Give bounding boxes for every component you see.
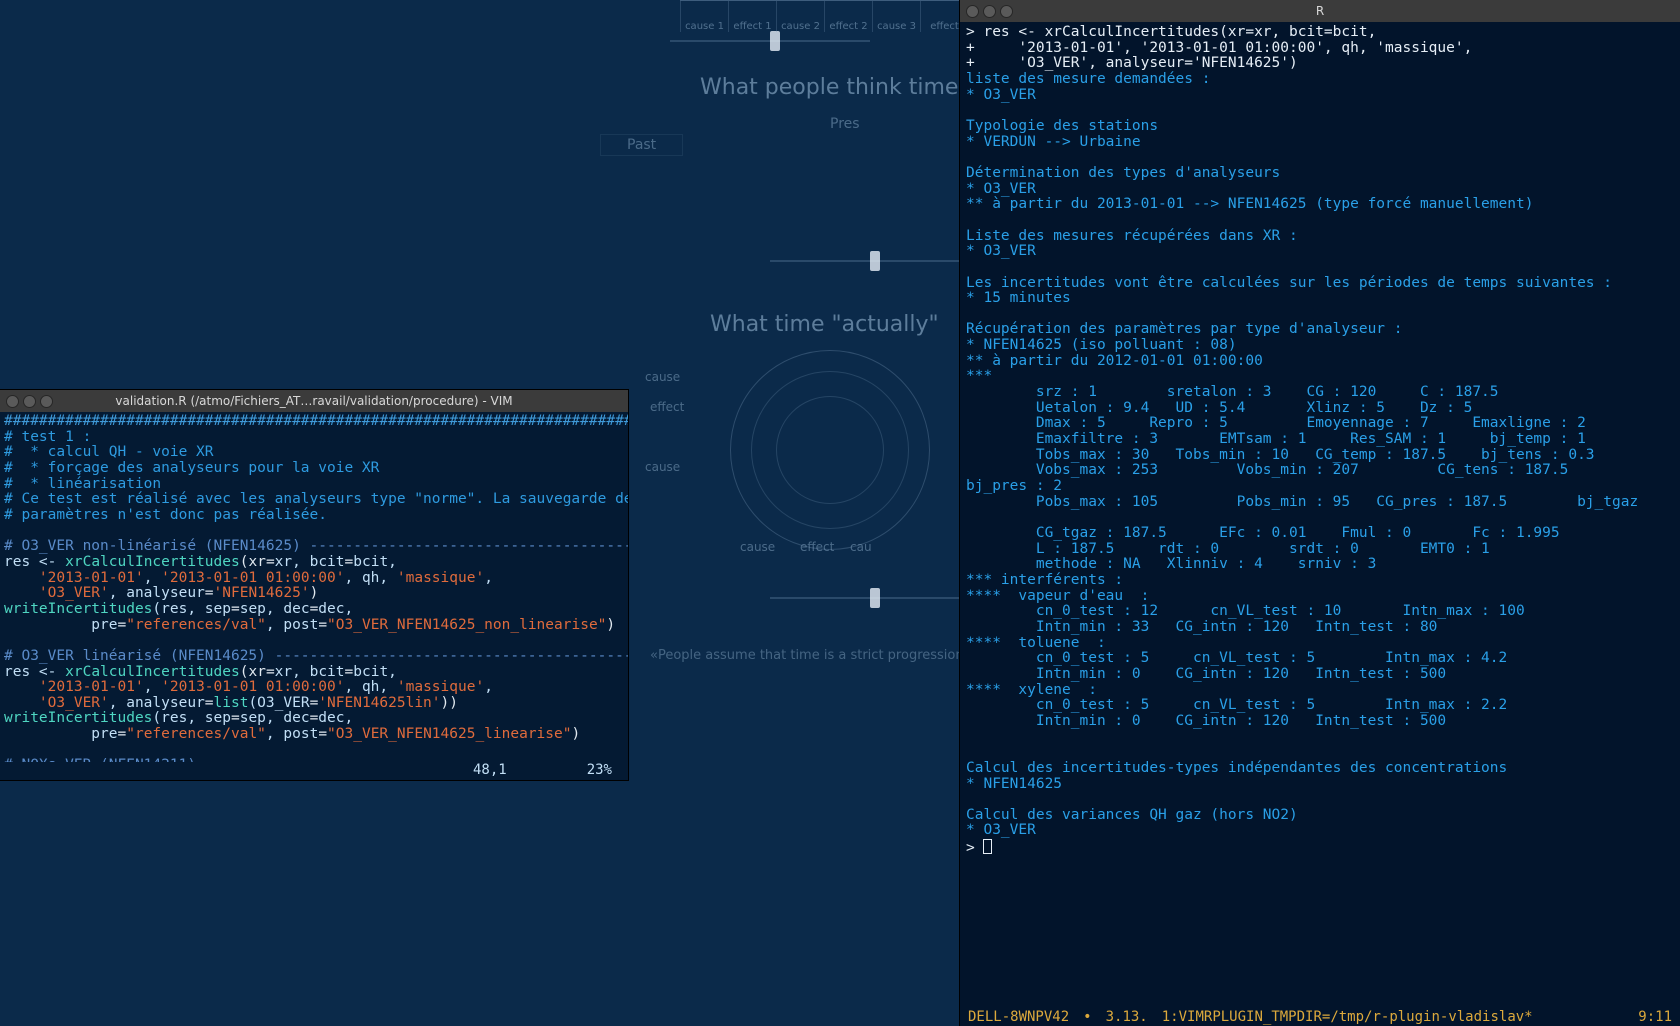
r-status-host: DELL-8WNPV42 xyxy=(968,1009,1069,1025)
wallpaper-present-label: Pres xyxy=(830,116,860,132)
vim-window[interactable]: validation.R (/atmo/Fichiers_AT…ravail/v… xyxy=(0,390,628,780)
r-status-version: 3.13. xyxy=(1106,1009,1148,1025)
vim-statusbar: 48,1 23% xyxy=(0,762,628,780)
r-console-window[interactable]: R > res <- xrCalculIncertitudes(xr=xr, b… xyxy=(960,0,1680,1026)
vim-scroll-pct: 23% xyxy=(587,762,612,780)
wallpaper-heading-1: What people think time xyxy=(700,75,958,100)
vim-titlebar[interactable]: validation.R (/atmo/Fichiers_AT…ravail/v… xyxy=(0,390,628,412)
vim-title: validation.R (/atmo/Fichiers_AT…ravail/v… xyxy=(0,394,628,408)
r-status-time: 9:11 xyxy=(1638,1009,1672,1025)
r-statusbar: DELL-8WNPV42 • 3.13. 1:VIMRPLUGIN_TMPDIR… xyxy=(960,1007,1680,1026)
vim-cursor-pos: 48,1 xyxy=(473,762,507,780)
r-status-env: 1:VIMRPLUGIN_TMPDIR=/tmp/r-plugin-vladis… xyxy=(1162,1009,1625,1025)
wallpaper-quote: «People assume that time is a strict pro… xyxy=(650,647,970,665)
vim-editor[interactable]: ########################################… xyxy=(0,412,628,762)
r-titlebar[interactable]: R xyxy=(960,0,1680,22)
r-title: R xyxy=(960,4,1680,18)
r-console[interactable]: > res <- xrCalculIncertitudes(xr=xr, bci… xyxy=(960,22,1680,1007)
wallpaper-timeball-icon xyxy=(730,350,930,550)
wallpaper-past-label: Past xyxy=(600,134,683,156)
wallpaper-heading-2: What time "actually" xyxy=(710,312,939,337)
